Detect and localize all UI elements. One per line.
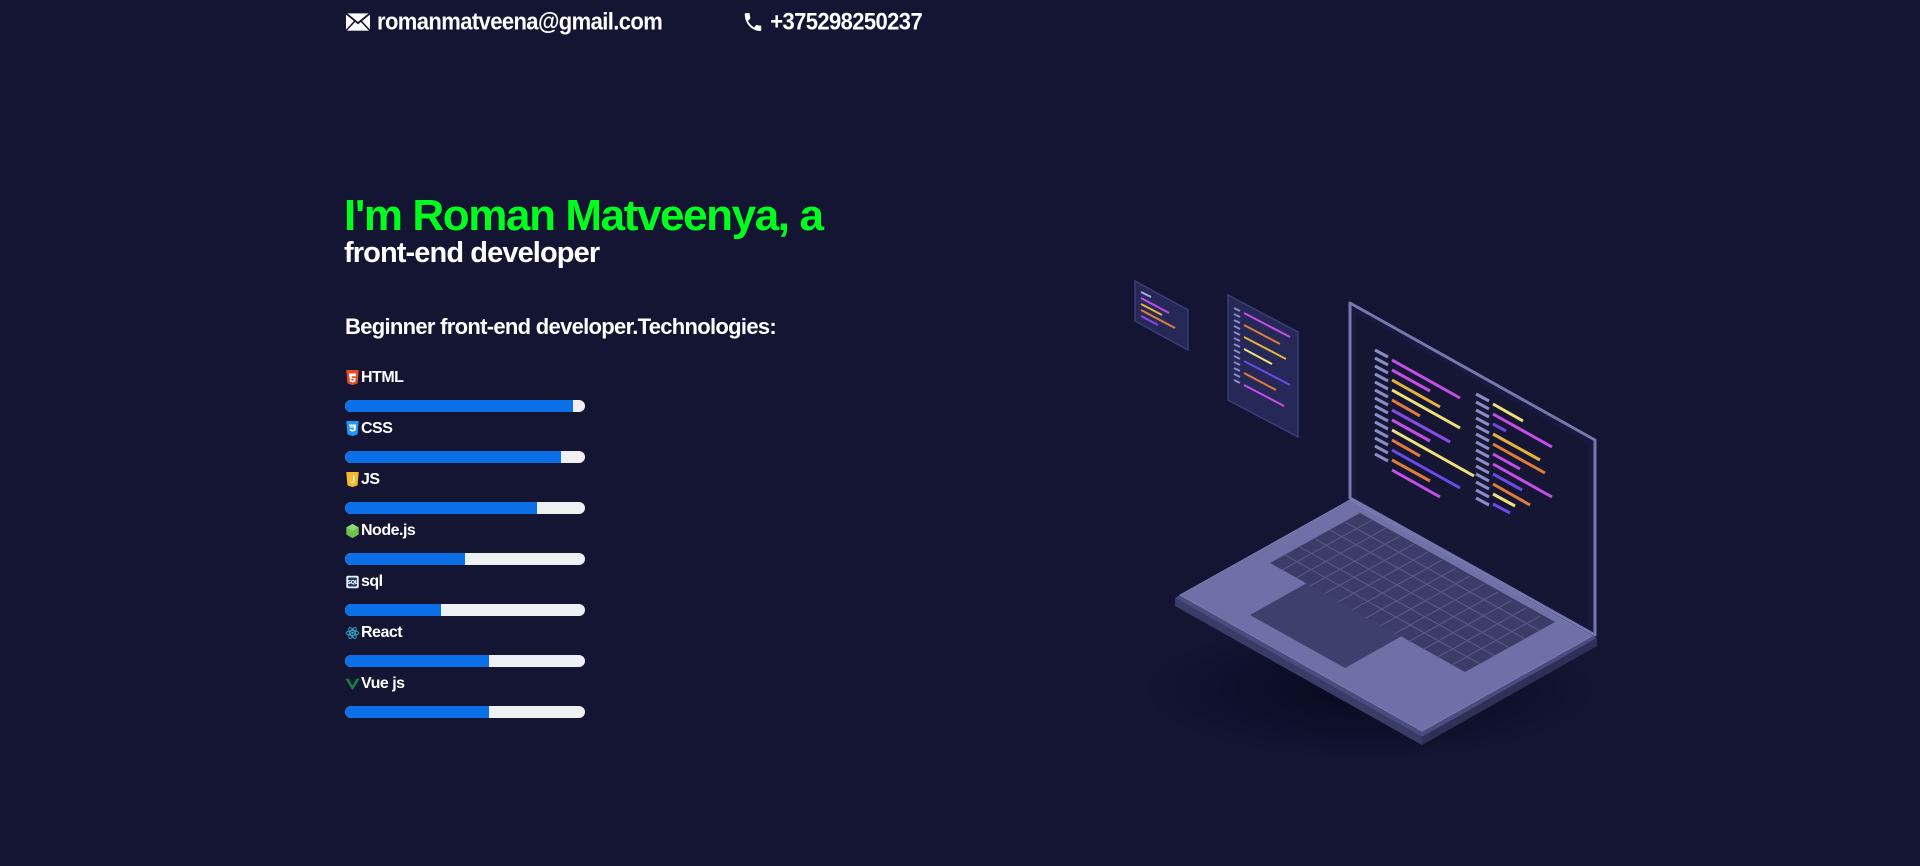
skill-name: Node.js <box>361 522 416 539</box>
react-icon <box>345 626 360 640</box>
skill-progress-fill <box>345 451 561 463</box>
phone-text: +375298250237 <box>770 8 923 35</box>
hero-title: I'm Roman Matveenya, a <box>344 191 824 240</box>
skill-progress-fill <box>345 706 489 718</box>
skill-item: CSS <box>345 417 585 468</box>
page: romanmatveena@gmail.com +375298250237 I'… <box>0 0 1920 866</box>
intro-text: Beginner front-end developer.Technologie… <box>345 314 777 339</box>
skill-name: React <box>361 624 403 641</box>
skill-name: CSS <box>361 420 393 437</box>
skill-item: Node.js <box>345 519 585 570</box>
svg-text:SQL: SQL <box>347 580 358 586</box>
skill-name: HTML <box>361 369 404 386</box>
html5-icon <box>346 370 359 386</box>
skill-progress-bar <box>345 553 585 565</box>
skill-progress-bar <box>345 400 585 412</box>
floating-code-panel-medium <box>1227 293 1299 439</box>
skill-name: sql <box>361 573 383 590</box>
skill-progress-fill <box>345 400 573 412</box>
email-link[interactable]: romanmatveena@gmail.com <box>345 8 663 36</box>
skill-item: HTML <box>345 366 585 417</box>
skill-progress-bar <box>345 604 585 616</box>
js-icon <box>346 472 359 488</box>
floating-code-panel-small <box>1134 279 1189 352</box>
hero-subtitle: front-end developer <box>344 237 600 269</box>
skill-item: SQL sql <box>345 570 585 621</box>
skill-progress-fill <box>345 604 441 616</box>
email-text: romanmatveena@gmail.com <box>377 8 663 35</box>
skill-item: JS <box>345 468 585 519</box>
nodejs-icon <box>346 523 359 539</box>
phone-link[interactable]: +375298250237 <box>742 8 923 36</box>
skill-progress-fill <box>345 655 489 667</box>
skill-progress-fill <box>345 502 537 514</box>
skill-progress-fill <box>345 553 465 565</box>
sql-icon: SQL <box>346 575 359 589</box>
skill-name: Vue js <box>361 675 405 692</box>
phone-icon <box>744 13 762 31</box>
skill-name: JS <box>361 471 380 488</box>
envelope-icon <box>345 12 371 32</box>
skill-progress-bar <box>345 451 585 463</box>
skill-progress-bar <box>345 655 585 667</box>
skill-progress-bar <box>345 502 585 514</box>
css3-icon <box>346 421 359 437</box>
skill-progress-bar <box>345 706 585 718</box>
skills-list: HTML CSS JS Node.js SQL sql React Vue js <box>345 366 585 723</box>
skill-item: Vue js <box>345 672 585 723</box>
laptop-code-illustration <box>1134 279 1600 760</box>
skill-item: React <box>345 621 585 672</box>
contact-bar: romanmatveena@gmail.com +375298250237 <box>345 8 923 36</box>
vue-icon <box>345 678 360 691</box>
